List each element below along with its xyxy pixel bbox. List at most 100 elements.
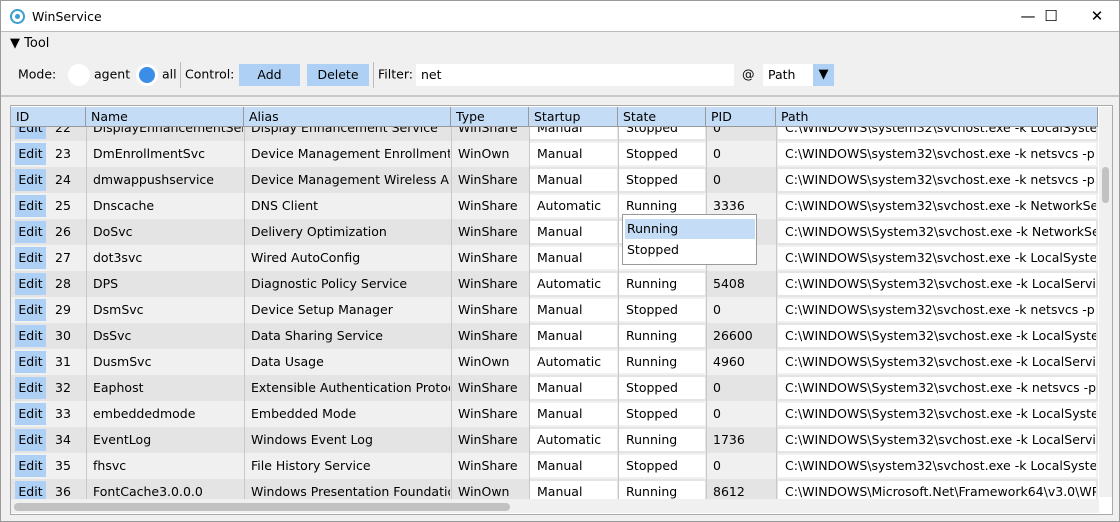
startup-select[interactable]: Manual xyxy=(530,169,617,191)
path-field[interactable]: C:\WINDOWS\system32\svchost.exe -k Netwo… xyxy=(778,195,1096,217)
edit-button[interactable]: Edit xyxy=(15,169,46,191)
tool-expander[interactable]: ▼ Tool xyxy=(10,36,49,51)
edit-button[interactable]: Edit xyxy=(15,299,46,321)
maximize-button[interactable]: ☐ xyxy=(1028,1,1074,32)
startup-select[interactable]: Automatic xyxy=(530,273,617,295)
column-header-startup[interactable]: Startup xyxy=(529,107,618,127)
startup-select[interactable]: Manual xyxy=(530,247,617,269)
state-select[interactable]: Running xyxy=(619,273,705,295)
edit-button[interactable]: Edit xyxy=(15,195,46,217)
state-select[interactable]: Stopped xyxy=(619,299,705,321)
column-header-id[interactable]: ID xyxy=(11,107,86,127)
state-select[interactable]: Stopped xyxy=(619,169,705,191)
path-field[interactable]: C:\WINDOWS\System32\svchost.exe -k Local… xyxy=(778,325,1096,347)
delete-button[interactable]: Delete xyxy=(307,64,369,86)
edit-button[interactable]: Edit xyxy=(15,429,46,451)
column-header-alias[interactable]: Alias xyxy=(244,107,451,127)
startup-select[interactable]: Automatic xyxy=(530,195,617,217)
path-field[interactable]: C:\WINDOWS\System32\svchost.exe -k netsv… xyxy=(778,377,1096,399)
column-divider xyxy=(86,323,87,349)
dropdown-option-stopped[interactable]: Stopped xyxy=(625,240,755,260)
path-field[interactable]: C:\WINDOWS\Microsoft.Net\Framework64\v3.… xyxy=(778,481,1096,499)
close-button[interactable]: ✕ xyxy=(1074,1,1120,32)
app-window: WinService — ☐ ✕ ▼ Tool Mode: agent all … xyxy=(0,0,1120,522)
state-select[interactable]: Stopped xyxy=(619,455,705,477)
column-header-pid[interactable]: PID xyxy=(706,107,776,127)
state-select[interactable]: Stopped xyxy=(619,403,705,425)
edit-button[interactable]: Edit xyxy=(15,325,46,347)
type-cell: WinOwn xyxy=(458,354,510,369)
window-title: WinService xyxy=(32,9,102,24)
state-select[interactable]: Running xyxy=(619,429,705,451)
path-field[interactable]: C:\WINDOWS\System32\svchost.exe -k Local… xyxy=(778,351,1096,373)
startup-select[interactable]: Manual xyxy=(530,221,617,243)
column-divider xyxy=(244,245,245,271)
edit-button[interactable]: Edit xyxy=(15,273,46,295)
edit-button[interactable]: Edit xyxy=(15,221,46,243)
alias-cell: Data Usage xyxy=(251,354,324,369)
filter-field-select[interactable]: Path xyxy=(763,64,813,86)
state-select[interactable]: Stopped xyxy=(619,143,705,165)
startup-select[interactable]: Manual xyxy=(530,143,617,165)
edit-button[interactable]: Edit xyxy=(15,143,46,165)
startup-select[interactable]: Manual xyxy=(530,299,617,321)
chevron-down-icon[interactable]: ▼ xyxy=(813,64,834,86)
state-select[interactable]: Running xyxy=(619,325,705,347)
dropdown-option-running[interactable]: Running xyxy=(625,219,755,239)
column-header-path[interactable]: Path xyxy=(776,107,1098,127)
state-select[interactable]: Running xyxy=(619,481,705,499)
edit-button[interactable]: Edit xyxy=(15,247,46,269)
path-field[interactable]: C:\WINDOWS\system32\svchost.exe -k netsv… xyxy=(778,169,1096,191)
startup-select[interactable]: Manual xyxy=(530,481,617,499)
scroll-thumb[interactable] xyxy=(1102,167,1109,203)
edit-button[interactable]: Edit xyxy=(15,403,46,425)
path-field[interactable]: C:\WINDOWS\System32\svchost.exe -k Local… xyxy=(778,403,1096,425)
type-cell: WinShare xyxy=(458,328,518,343)
startup-select[interactable]: Manual xyxy=(530,377,617,399)
name-cell: FontCache3.0.0.0 xyxy=(93,484,203,499)
state-select[interactable]: Stopped xyxy=(619,377,705,399)
column-header-name[interactable]: Name xyxy=(86,107,244,127)
mode-agent-radio[interactable] xyxy=(68,64,90,86)
alias-cell: Extensible Authentication Protocol xyxy=(251,380,450,395)
column-header-type[interactable]: Type xyxy=(451,107,529,127)
id-cell: 28 xyxy=(55,276,71,291)
startup-select[interactable]: Automatic xyxy=(530,429,617,451)
startup-select[interactable]: Automatic xyxy=(530,351,617,373)
edit-button[interactable]: Edit xyxy=(15,481,46,499)
edit-button[interactable]: Edit xyxy=(15,455,46,477)
path-field[interactable]: C:\WINDOWS\system32\svchost.exe -k Local… xyxy=(778,127,1096,139)
path-field[interactable]: C:\WINDOWS\system32\svchost.exe -k Local… xyxy=(778,455,1096,477)
mode-all-radio[interactable] xyxy=(136,64,158,86)
filter-input[interactable]: net xyxy=(416,64,734,86)
column-divider xyxy=(244,193,245,219)
column-divider xyxy=(451,323,452,349)
id-cell: 31 xyxy=(55,354,71,369)
path-field[interactable]: C:\WINDOWS\system32\svchost.exe -k Local… xyxy=(778,247,1096,269)
add-button[interactable]: Add xyxy=(239,64,300,86)
path-field[interactable]: C:\WINDOWS\System32\svchost.exe -k Netwo… xyxy=(778,221,1096,243)
horizontal-scrollbar[interactable] xyxy=(11,499,1099,513)
path-field[interactable]: C:\WINDOWS\System32\svchost.exe -k Local… xyxy=(778,429,1096,451)
state-select[interactable]: Stopped xyxy=(619,127,705,139)
edit-button[interactable]: Edit xyxy=(15,351,46,373)
scroll-thumb[interactable] xyxy=(14,503,510,511)
column-divider xyxy=(244,297,245,323)
table-row: Edit 22 DisplayEnhancementService Display E… xyxy=(11,127,1098,141)
startup-select[interactable]: Manual xyxy=(530,127,617,139)
startup-select[interactable]: Manual xyxy=(530,325,617,347)
path-field[interactable]: C:\WINDOWS\System32\svchost.exe -k Local… xyxy=(778,273,1096,295)
state-select[interactable]: Running xyxy=(619,351,705,373)
column-divider xyxy=(451,219,452,245)
vertical-scrollbar[interactable] xyxy=(1099,107,1112,497)
column-header-state[interactable]: State xyxy=(618,107,706,127)
type-cell: WinShare xyxy=(458,432,518,447)
startup-select[interactable]: Manual xyxy=(530,403,617,425)
divider xyxy=(180,62,181,88)
edit-button[interactable]: Edit xyxy=(15,377,46,399)
path-field[interactable]: C:\WINDOWS\system32\svchost.exe -k netsv… xyxy=(778,299,1096,321)
startup-select[interactable]: Manual xyxy=(530,455,617,477)
path-field[interactable]: C:\WINDOWS\system32\svchost.exe -k netsv… xyxy=(778,143,1096,165)
edit-button[interactable]: Edit xyxy=(15,127,46,139)
toolbar: Mode: agent all Control: Add Delete Filt… xyxy=(1,54,1119,97)
